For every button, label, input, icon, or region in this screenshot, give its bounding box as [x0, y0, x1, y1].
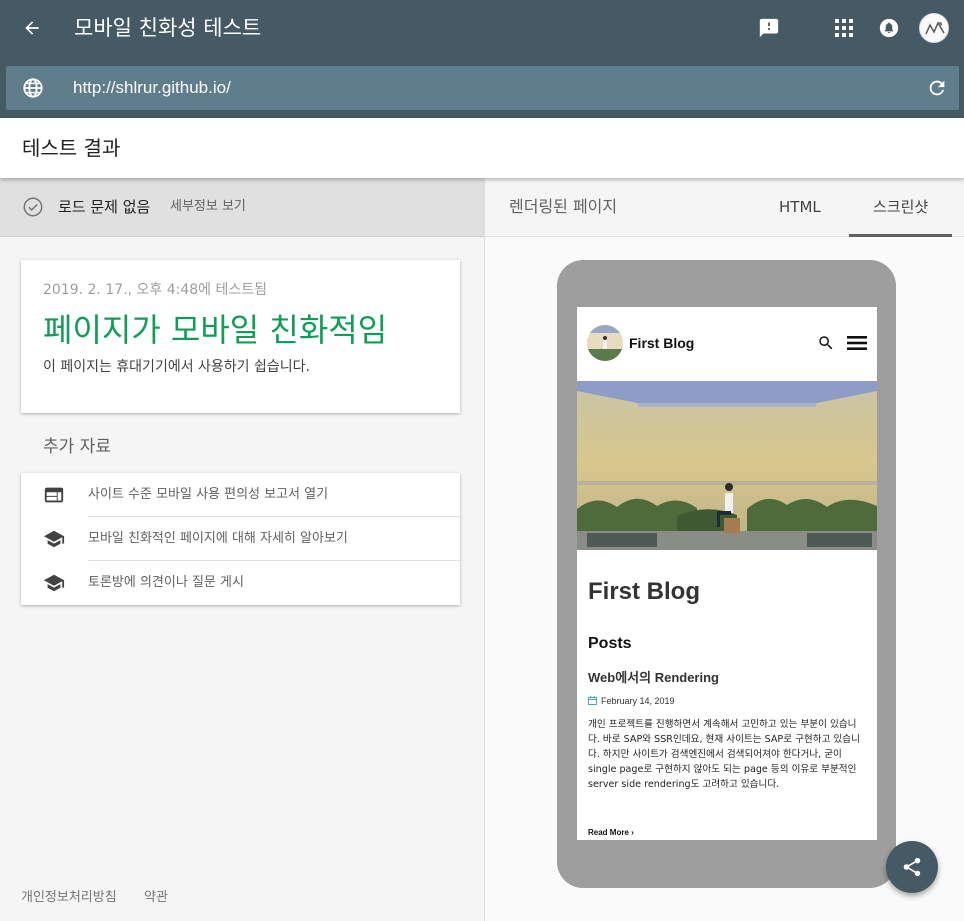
terms-link[interactable]: 약관	[144, 889, 168, 907]
top-app-bar: 모바일 친화성 테스트 http://shlrur.github.io/	[0, 0, 964, 118]
phone-frame: First Blog First Blog Posts Web에서의 Rende…	[557, 260, 896, 888]
details-link[interactable]: 세부정보 보기	[170, 198, 246, 216]
additional-resources-card: 사이트 수준 모바일 사용 편의성 보고서 열기 모바일 친화적인 페이지에 대…	[21, 473, 460, 605]
back-button[interactable]	[16, 12, 48, 44]
tab-screenshot[interactable]: 스크린샷	[873, 196, 928, 218]
apps-grid-icon	[835, 19, 853, 37]
url-input[interactable]: http://shlrur.github.io/	[73, 77, 231, 99]
phone-screen: First Blog First Blog Posts Web에서의 Rende…	[577, 307, 877, 840]
blog-avatar-image	[587, 325, 623, 361]
preview-tabs-bar: 렌더링된 페이지 HTML 스크린샷	[484, 178, 964, 237]
account-avatar[interactable]	[919, 13, 949, 43]
post-date: February 14, 2019	[601, 696, 675, 706]
refresh-icon[interactable]	[926, 77, 948, 99]
blog-hero-image	[577, 381, 877, 550]
calendar-icon	[588, 696, 597, 705]
url-bar[interactable]: http://shlrur.github.io/	[6, 66, 959, 110]
blog-avatar	[587, 325, 623, 361]
results-title: 테스트 결과	[22, 136, 121, 160]
rendered-page-label: 렌더링된 페이지	[509, 197, 618, 216]
read-more-label: Read More	[588, 828, 629, 837]
screenshot-pane: First Blog First Blog Posts Web에서의 Rende…	[484, 237, 964, 921]
verdict-description: 이 페이지는 휴대기기에서 사용하기 쉽습니다.	[43, 359, 310, 375]
blog-brand-name: First Blog	[629, 335, 695, 351]
school-icon	[43, 574, 65, 592]
load-status-bar: 로드 문제 없음 세부정보 보기	[0, 178, 484, 237]
resource-item-label: 모바일 친화적인 페이지에 대해 자세히 알아보기	[88, 531, 348, 546]
left-results-pane: 2019. 2. 17., 오후 4:48에 테스트됨 페이지가 모바일 친화적…	[0, 237, 484, 921]
results-header: 테스트 결과	[0, 118, 964, 178]
resource-item-label: 토론방에 의견이나 질문 게시	[88, 575, 244, 590]
search-icon[interactable]	[817, 334, 835, 352]
menu-icon[interactable]	[847, 334, 867, 352]
resource-item-label: 사이트 수준 모바일 사용 편의성 보고서 열기	[88, 487, 329, 502]
read-more-link[interactable]: Read More ›	[588, 827, 634, 839]
notifications-button[interactable]	[873, 12, 905, 44]
feedback-icon	[759, 18, 779, 38]
post-excerpt: 개인 프로젝트를 진행하면서 계속해서 고민하고 있는 부분이 있습니다. 바로…	[588, 719, 860, 790]
resource-item-forum[interactable]: 토론방에 의견이나 질문 게시	[21, 561, 460, 605]
post-title-link[interactable]: Web에서의 Rendering	[588, 669, 719, 687]
avatar-image	[920, 14, 948, 42]
verdict-title: 페이지가 모바일 친화적임	[43, 311, 388, 349]
resource-item-learn-more[interactable]: 모바일 친화적인 페이지에 대해 자세히 알아보기	[21, 517, 460, 561]
blog-title: First Blog	[588, 578, 700, 605]
apps-button[interactable]	[828, 12, 860, 44]
resource-item-usability-report[interactable]: 사이트 수준 모바일 사용 편의성 보고서 열기	[21, 473, 460, 517]
privacy-policy-link[interactable]: 개인정보처리방침	[21, 889, 117, 907]
school-icon	[43, 530, 65, 548]
share-icon	[903, 857, 921, 877]
feedback-button[interactable]	[753, 12, 785, 44]
additional-resources-title: 추가 자료	[43, 437, 111, 457]
check-circle-icon	[23, 197, 43, 217]
arrow-back-icon	[25, 21, 39, 35]
notifications-icon	[879, 18, 899, 38]
posts-heading: Posts	[588, 635, 632, 652]
share-button[interactable]	[886, 841, 938, 893]
tested-at-timestamp: 2019. 2. 17., 오후 4:48에 테스트됨	[43, 282, 268, 298]
tab-html[interactable]: HTML	[779, 196, 821, 218]
hero-photo	[577, 381, 877, 550]
load-status-text: 로드 문제 없음	[58, 198, 151, 216]
chevron-right-icon: ›	[631, 828, 634, 837]
result-card: 2019. 2. 17., 오후 4:48에 테스트됨 페이지가 모바일 친화적…	[21, 260, 460, 413]
web-report-icon	[44, 487, 64, 503]
blog-header: First Blog	[577, 307, 877, 381]
globe-icon	[23, 78, 43, 98]
app-title: 모바일 친화성 테스트	[74, 16, 262, 40]
